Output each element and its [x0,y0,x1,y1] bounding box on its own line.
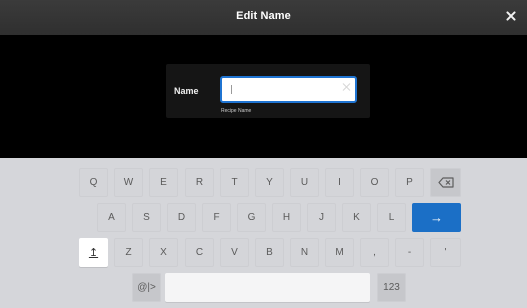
key-x[interactable]: X [149,238,178,267]
key-apostrophe[interactable]: ' [430,238,461,267]
numbers-key[interactable]: 123 [377,273,406,302]
key-b[interactable]: B [255,238,284,267]
key-n[interactable]: N [290,238,319,267]
key-u[interactable]: U [290,168,319,197]
key-h[interactable]: H [272,203,301,232]
close-icon[interactable] [504,9,518,23]
key-j[interactable]: J [307,203,336,232]
title-bar: Edit Name [0,0,527,35]
key-g[interactable]: G [237,203,266,232]
arrow-right-icon: → [430,210,443,225]
key-o[interactable]: O [360,168,389,197]
name-input[interactable] [220,76,357,103]
input-hint: Recipe Name [221,108,252,114]
shift-key[interactable]: ↥ [79,238,108,267]
key-z[interactable]: Z [114,238,143,267]
key-a[interactable]: A [97,203,126,232]
enter-key[interactable]: → [412,203,461,232]
clear-input-icon[interactable] [342,82,352,92]
space-bar[interactable] [165,273,370,302]
key-y[interactable]: Y [255,168,284,197]
key-m[interactable]: M [325,238,354,267]
dialog-title: Edit Name [236,10,291,22]
key-p[interactable]: P [395,168,424,197]
name-label: Name [174,86,199,96]
backspace-key[interactable] [430,168,461,197]
text-caret [231,85,232,94]
key-s[interactable]: S [132,203,161,232]
key-r[interactable]: R [185,168,214,197]
key-i[interactable]: I [325,168,354,197]
key-l[interactable]: L [377,203,406,232]
key-comma[interactable]: , [360,238,389,267]
key-t[interactable]: T [220,168,249,197]
key-d[interactable]: D [167,203,196,232]
key-e[interactable]: E [149,168,178,197]
key-c[interactable]: C [185,238,214,267]
symbols-key[interactable]: @|> [132,273,161,302]
backspace-icon [437,177,454,188]
key-hyphen[interactable]: - [395,238,424,267]
onscreen-keyboard: Q W E R T Y U I O P A S D F G H J K L → … [0,158,527,308]
key-w[interactable]: W [114,168,143,197]
key-v[interactable]: V [220,238,249,267]
key-k[interactable]: K [342,203,371,232]
key-f[interactable]: F [202,203,231,232]
shift-icon: ↥ [88,247,99,259]
key-q[interactable]: Q [79,168,108,197]
